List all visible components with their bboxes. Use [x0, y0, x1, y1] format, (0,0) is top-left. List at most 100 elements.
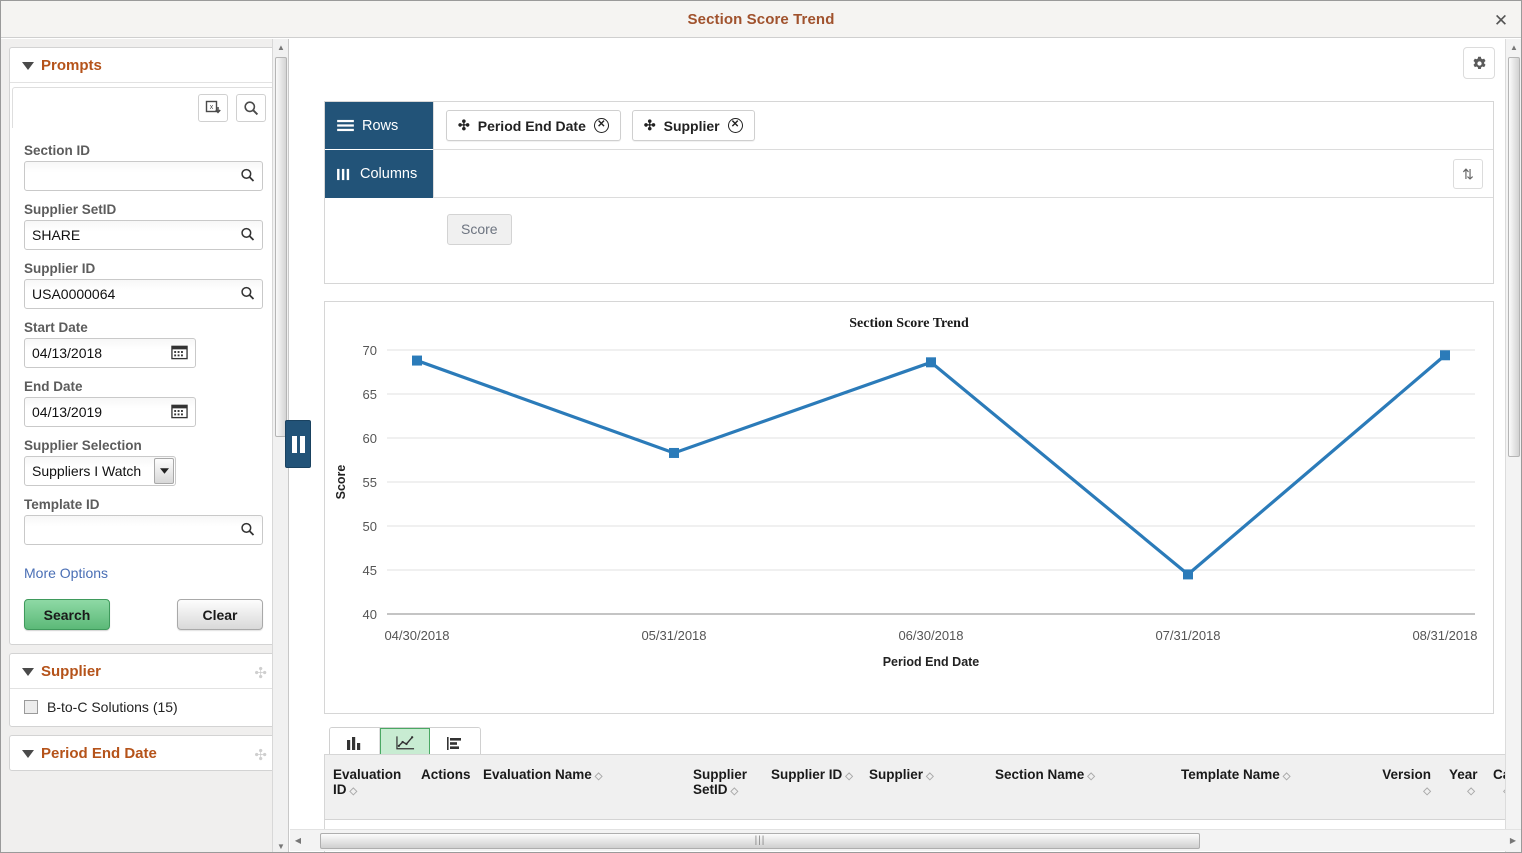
chip-supplier[interactable]: ✣ Supplier ✕: [632, 110, 755, 141]
more-options-link[interactable]: More Options: [24, 565, 108, 581]
close-icon[interactable]: ✕: [1489, 8, 1513, 32]
search-icon[interactable]: [240, 227, 255, 244]
checkbox[interactable]: [24, 700, 38, 714]
supplier-selection-select[interactable]: Suppliers I Watch: [24, 456, 176, 486]
col-evaluation-name[interactable]: Evaluation Name◇: [475, 755, 685, 819]
table-header-row: Evaluation ID◇ Actions Evaluation Name◇ …: [325, 755, 1512, 819]
template-id-input[interactable]: [24, 515, 263, 545]
sort-icon[interactable]: ◇: [1087, 771, 1095, 782]
pivot-rows-dropzone[interactable]: ✣ Period End Date ✕ ✣ Supplier ✕: [433, 102, 1493, 150]
search-icon[interactable]: [240, 168, 255, 185]
facet-supplier-header[interactable]: Supplier ✣: [10, 654, 277, 689]
pivot-rows-row: Rows ✣ Period End Date ✕ ✣ Supplier ✕: [325, 102, 1493, 150]
col-label: Section Name: [995, 767, 1084, 782]
label-start-date: Start Date: [24, 320, 265, 335]
pivot-measures-dropzone[interactable]: Score: [325, 198, 1493, 260]
col-template-name[interactable]: Template Name◇: [1173, 755, 1373, 819]
drag-handle-icon[interactable]: ✣: [644, 117, 656, 134]
scroll-right-icon[interactable]: ▶: [1505, 836, 1521, 845]
prompts-panel-header[interactable]: Prompts: [10, 48, 277, 83]
gear-icon[interactable]: [1463, 47, 1495, 79]
pivot-columns-dropzone[interactable]: ⇅: [433, 150, 1493, 198]
end-date-input[interactable]: 04/13/2019: [24, 397, 196, 427]
search-button[interactable]: Search: [24, 599, 110, 630]
prompts-toolbar: x: [12, 87, 275, 128]
facet-period-end-date-header[interactable]: Period End Date ✣: [10, 736, 277, 770]
col-label: Supplier: [869, 767, 923, 782]
supplier-id-input[interactable]: USA0000064: [24, 279, 263, 309]
col-evaluation-id[interactable]: Evaluation ID◇: [325, 755, 413, 819]
measure-chip-score[interactable]: Score: [447, 214, 512, 245]
excel-export-icon[interactable]: x: [198, 94, 228, 122]
drag-handle-icon[interactable]: ✣: [458, 117, 470, 134]
facet-item-supplier[interactable]: B-to-C Solutions (15): [10, 689, 277, 726]
swap-vertical-icon[interactable]: ⇅: [1453, 159, 1483, 189]
facet-supplier-title: Supplier: [41, 663, 101, 680]
section-score-trend-chart[interactable]: 40455055606570Score04/30/201805/31/20180…: [325, 302, 1493, 682]
scrollbar-thumb[interactable]: [1508, 57, 1520, 457]
calendar-icon[interactable]: [171, 403, 188, 421]
x-tick-label: 04/30/2018: [384, 628, 449, 643]
drag-handle-icon[interactable]: ✣: [254, 666, 267, 681]
col-label: Evaluation Name: [483, 767, 592, 782]
sort-icon[interactable]: ◇: [1423, 786, 1431, 797]
supplier-setid-input[interactable]: SHARE: [24, 220, 263, 250]
col-supplier[interactable]: Supplier◇: [861, 755, 987, 819]
supplier-selection-value: Suppliers I Watch: [32, 463, 141, 479]
collapse-caret-icon[interactable]: [22, 668, 34, 676]
pivot-configurator: Rows ✣ Period End Date ✕ ✣ Supplier ✕: [324, 101, 1494, 284]
clear-button[interactable]: Clear: [177, 599, 263, 630]
search-icon[interactable]: [236, 94, 266, 122]
col-section-name[interactable]: Section Name◇: [987, 755, 1173, 819]
calendar-icon[interactable]: [171, 344, 188, 362]
chip-period-end-date[interactable]: ✣ Period End Date ✕: [446, 110, 621, 141]
chart-container: Section Score Trend 40455055606570Score0…: [324, 301, 1494, 714]
col-supplier-id[interactable]: Supplier ID◇: [763, 755, 861, 819]
sort-icon[interactable]: ◇: [1283, 771, 1291, 782]
drag-handle-icon[interactable]: ✣: [254, 748, 267, 763]
section-score-trend-window: Section Score Trend ✕ Prompts x: [0, 0, 1522, 853]
scrollbar-thumb[interactable]: [275, 57, 287, 437]
start-date-input[interactable]: 04/13/2018: [24, 338, 196, 368]
scroll-up-icon[interactable]: ▲: [1506, 39, 1521, 55]
window-titlebar: Section Score Trend ✕: [1, 1, 1521, 38]
label-end-date: End Date: [24, 379, 265, 394]
supplier-id-value: USA0000064: [32, 286, 115, 302]
col-version[interactable]: Version◇: [1373, 755, 1441, 819]
pivot-columns-tab[interactable]: Columns: [325, 150, 433, 198]
chip-label: Supplier: [664, 118, 720, 134]
section-id-input[interactable]: [24, 161, 263, 191]
x-tick-label: 06/30/2018: [898, 628, 963, 643]
sort-icon[interactable]: ◇: [845, 771, 853, 782]
sort-icon[interactable]: ◇: [731, 786, 739, 797]
x-tick-label: 08/31/2018: [1412, 628, 1477, 643]
col-year[interactable]: Year◇: [1441, 755, 1485, 819]
sort-icon[interactable]: ◇: [595, 771, 603, 782]
sort-icon[interactable]: ◇: [350, 786, 358, 797]
scroll-left-icon[interactable]: ◀: [290, 836, 306, 845]
facet-period-title: Period End Date: [41, 745, 157, 762]
col-supplier-setid[interactable]: Supplier SetID◇: [685, 755, 763, 819]
remove-chip-icon[interactable]: ✕: [728, 118, 743, 133]
collapse-caret-icon[interactable]: [22, 62, 34, 70]
pivot-columns-label: Columns: [360, 166, 417, 182]
scrollbar-thumb[interactable]: |||: [320, 833, 1200, 849]
search-icon[interactable]: [240, 522, 255, 539]
search-icon[interactable]: [240, 286, 255, 303]
columns-icon: [337, 168, 352, 181]
content-vertical-scrollbar[interactable]: ▲ ▼: [1505, 39, 1521, 853]
sort-icon[interactable]: ◇: [1467, 786, 1475, 797]
scroll-up-icon[interactable]: ▲: [273, 39, 289, 55]
scroll-down-icon[interactable]: ▼: [273, 838, 289, 853]
pivot-rows-tab[interactable]: Rows: [325, 102, 433, 150]
content-horizontal-scrollbar[interactable]: ◀ ||| ▶: [290, 829, 1521, 851]
chip-label: Period End Date: [478, 118, 586, 134]
scrollbar-track[interactable]: |||: [306, 832, 1505, 850]
collapse-caret-icon[interactable]: [22, 750, 34, 758]
chevron-down-icon[interactable]: [154, 458, 174, 484]
prompts-panel: Prompts x Section: [9, 47, 278, 645]
sort-icon[interactable]: ◇: [926, 771, 934, 782]
pane-splitter-handle[interactable]: [285, 420, 311, 468]
start-date-value: 04/13/2018: [32, 345, 102, 361]
remove-chip-icon[interactable]: ✕: [594, 118, 609, 133]
